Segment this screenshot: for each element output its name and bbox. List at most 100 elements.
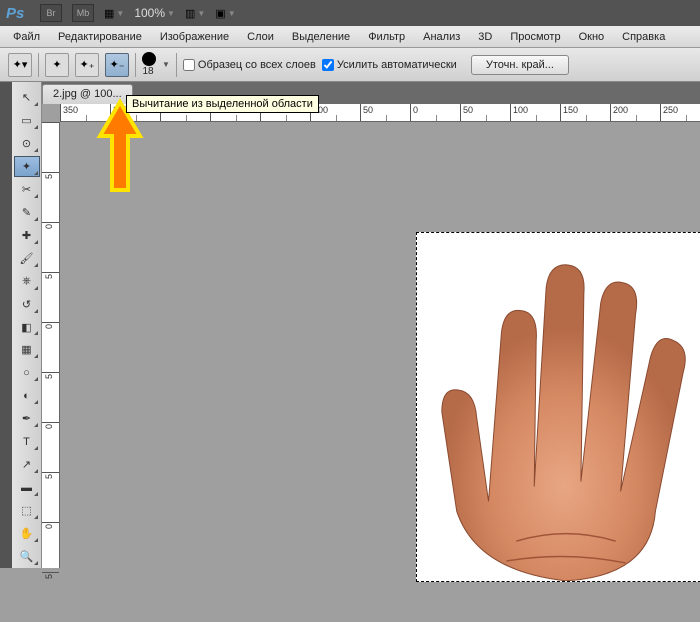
tool-brush[interactable]: 🖌 — [14, 248, 40, 269]
vertical-ruler[interactable]: 505050505 — [42, 122, 60, 568]
title-bar: Ps Br Mb ▦▼ 100%▼ ▥▼ ▣▼ — [0, 0, 700, 26]
ruler-tick-label: 0 — [44, 424, 54, 429]
brush-size-label: 18 — [142, 66, 153, 77]
canvas[interactable] — [60, 122, 700, 568]
tool-text[interactable]: T — [14, 431, 40, 452]
auto-enhance-checkbox[interactable]: Усилить автоматически — [322, 59, 457, 71]
ruler-tick-label: 5 — [44, 574, 54, 579]
checkbox-input[interactable] — [322, 59, 334, 71]
panel-dock-left[interactable] — [0, 82, 12, 568]
ruler-tick-label: 0 — [413, 105, 418, 115]
ruler-tick-label: 200 — [613, 105, 628, 115]
tool-crop[interactable]: ✂ — [14, 179, 40, 200]
zoom-icon: 🔍 — [20, 550, 34, 563]
tool-blur[interactable]: ○ — [14, 362, 40, 383]
menu-view[interactable]: Просмотр — [501, 28, 569, 46]
pen-icon: ✒ — [22, 412, 31, 425]
brush-picker[interactable]: 18 — [142, 52, 156, 77]
tool-gradient[interactable]: ▦ — [14, 339, 40, 360]
menu-window[interactable]: Окно — [570, 28, 614, 46]
quick-select-icon: ✦ — [22, 160, 31, 173]
shape-icon: ▬ — [21, 482, 32, 494]
minibridge-button[interactable]: Mb — [72, 4, 94, 22]
toolbox: ↖▭ ⊙ ✦ ✂ ✎ ✚ 🖌 ⎈ ↺ ◧ ▦ ○ ◐ ✒ T ↗ ▬ ⬚ ✋ 🔍 — [12, 82, 42, 568]
ruler-tick-label: 350 — [63, 105, 78, 115]
image-content[interactable] — [416, 232, 700, 582]
menu-edit[interactable]: Редактирование — [49, 28, 151, 46]
history-brush-icon: ↺ — [22, 298, 31, 311]
ruler-tick-label: 5 — [44, 474, 54, 479]
tool-dodge[interactable]: ◐ — [14, 385, 40, 406]
menu-image[interactable]: Изображение — [151, 28, 238, 46]
dodge-icon: ◐ — [23, 390, 30, 402]
ruler-tick-label: 5 — [44, 374, 54, 379]
crop-icon: ✂ — [22, 183, 31, 196]
ruler-tick-label: 100 — [513, 105, 528, 115]
menu-select[interactable]: Выделение — [283, 28, 359, 46]
new-selection-button[interactable]: ✦ — [45, 53, 69, 77]
tool-eraser[interactable]: ◧ — [14, 317, 40, 338]
separator — [135, 53, 136, 77]
tool-stamp[interactable]: ⎈ — [14, 271, 40, 292]
tool-pen[interactable]: ✒ — [14, 408, 40, 429]
ruler-tick-label: 0 — [44, 324, 54, 329]
brush-icon: 🖌 — [20, 252, 34, 265]
tool-zoom[interactable]: 🔍 — [14, 546, 40, 567]
tool-shape[interactable]: ▬ — [14, 477, 40, 498]
add-selection-button[interactable]: ✦₊ — [75, 53, 99, 77]
ruler-tick-label: 5 — [44, 274, 54, 279]
refine-edge-button[interactable]: Уточн. край... — [471, 55, 569, 75]
brush-preview-icon — [142, 52, 156, 66]
bridge-button[interactable]: Br — [40, 4, 62, 22]
tool-heal[interactable]: ✚ — [14, 225, 40, 246]
view-extras-dropdown[interactable]: ▦▼ — [104, 7, 124, 20]
ruler-tick-label: 150 — [563, 105, 578, 115]
path-icon: ↗ — [22, 458, 31, 471]
3d-icon: ⬚ — [21, 504, 31, 517]
menu-layer[interactable]: Слои — [238, 28, 283, 46]
app-logo-icon: Ps — [6, 5, 30, 22]
sample-all-layers-checkbox[interactable]: Образец со всех слоев — [183, 59, 316, 71]
tool-hand[interactable]: ✋ — [14, 523, 40, 544]
text-icon: T — [23, 436, 30, 448]
lasso-icon: ⊙ — [22, 137, 31, 150]
arrange-dropdown[interactable]: ▥▼ — [185, 7, 205, 20]
ruler-tick-label: 0 — [44, 524, 54, 529]
tool-eyedropper[interactable]: ✎ — [14, 202, 40, 223]
zoom-dropdown[interactable]: 100%▼ — [134, 6, 175, 20]
screen-mode-dropdown[interactable]: ▣▼ — [215, 7, 235, 20]
tool-move[interactable]: ↖ — [14, 87, 40, 108]
separator — [176, 53, 177, 77]
tool-preset-icon[interactable]: ✦▾ — [8, 53, 32, 77]
checkbox-label: Образец со всех слоев — [198, 59, 316, 71]
menu-help[interactable]: Справка — [613, 28, 674, 46]
menu-3d[interactable]: 3D — [469, 28, 501, 46]
tool-path[interactable]: ↗ — [14, 454, 40, 475]
gradient-icon: ▦ — [21, 343, 31, 356]
separator — [38, 53, 39, 77]
ruler-tick-label: 5 — [44, 174, 54, 179]
ruler-tick-label: 50 — [363, 105, 373, 115]
checkbox-label: Усилить автоматически — [337, 59, 457, 71]
eyedropper-icon: ✎ — [22, 206, 31, 219]
heal-icon: ✚ — [22, 229, 31, 242]
ruler-tick-label: 50 — [463, 105, 473, 115]
tool-history-brush[interactable]: ↺ — [14, 294, 40, 315]
eraser-icon: ◧ — [21, 321, 31, 334]
checkbox-input[interactable] — [183, 59, 195, 71]
tooltip: Вычитание из выделенной области — [126, 95, 319, 113]
tool-lasso[interactable]: ⊙ — [14, 133, 40, 154]
options-bar: ✦▾ ✦ ✦₊ ✦₋ 18 ▼ Образец со всех слоев Ус… — [0, 48, 700, 82]
ruler-tick-label: 250 — [663, 105, 678, 115]
subtract-selection-button[interactable]: ✦₋ — [105, 53, 129, 77]
stamp-icon: ⎈ — [22, 275, 31, 288]
hand-icon: ✋ — [20, 527, 34, 540]
menu-filter[interactable]: Фильтр — [359, 28, 414, 46]
tool-3d[interactable]: ⬚ — [14, 500, 40, 521]
menu-file[interactable]: Файл — [4, 28, 49, 46]
ruler-tick-label: 0 — [44, 224, 54, 229]
tool-quick-select[interactable]: ✦ — [14, 156, 40, 177]
menu-analysis[interactable]: Анализ — [414, 28, 469, 46]
dropdown-arrow-icon[interactable]: ▼ — [162, 60, 170, 69]
tool-marquee[interactable]: ▭ — [14, 110, 40, 131]
